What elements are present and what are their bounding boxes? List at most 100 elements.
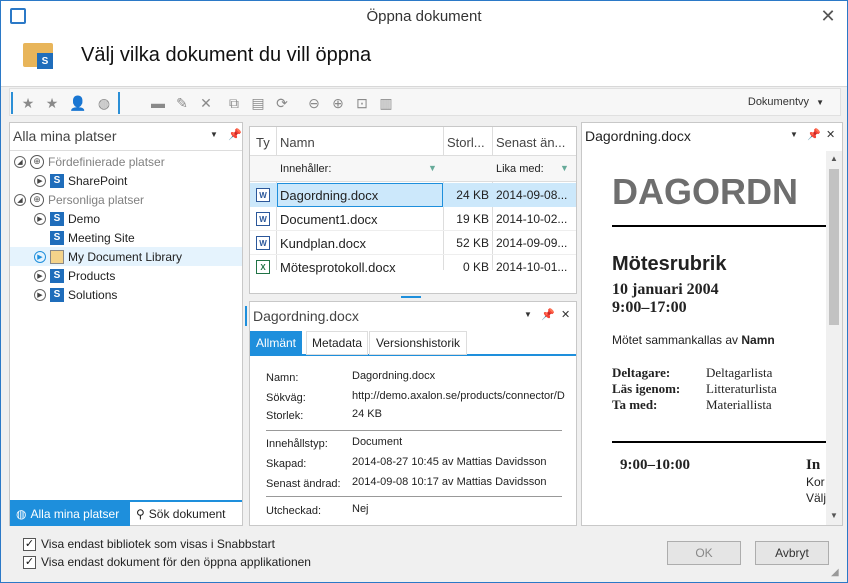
scrollbar[interactable]: ▲ ▼ — [826, 151, 842, 525]
resize-grip-icon[interactable]: ◢ — [831, 567, 839, 578]
columns-icon[interactable]: ▥ — [376, 93, 396, 113]
dropdown-icon[interactable]: ▼ — [524, 310, 532, 319]
locations-panel-title: Alla mina platser — [13, 128, 117, 144]
tab-metadata[interactable]: Metadata — [306, 331, 368, 355]
prop-value: http://demo.axalon.se/products/connector… — [352, 390, 565, 402]
tree-item-meeting-site[interactable]: S Meeting Site — [50, 228, 280, 247]
slot-line-1: Kor — [806, 475, 825, 489]
file-name: Document1.docx — [280, 212, 378, 227]
title-bar: Öppna dokument ✕ — [1, 1, 847, 31]
pin-icon[interactable]: 📌 — [541, 308, 555, 321]
prop-label: Utcheckad: — [266, 505, 322, 517]
zoom-fit-icon[interactable]: ⊡ — [352, 93, 372, 113]
paste-icon[interactable]: ▤ — [248, 93, 268, 113]
expand-icon[interactable]: ▶ — [34, 212, 46, 225]
filter-icon[interactable]: ▼ — [428, 163, 437, 173]
checkbox-open-app[interactable]: ✓ — [23, 556, 36, 569]
filter-icon[interactable]: ▼ — [560, 163, 569, 173]
attendees-value: Deltagarlista — [706, 365, 773, 380]
column-type[interactable]: Ty — [256, 135, 270, 150]
date-filter[interactable]: Lika med: — [496, 163, 544, 175]
meeting-intro: Mötet sammankallas av Namn — [612, 333, 775, 347]
tree-group-predefined[interactable]: ◢ ⊕ Fördefinierade platser — [14, 152, 244, 171]
file-name: Dagordning.docx — [280, 188, 379, 203]
scroll-down-icon[interactable]: ▼ — [830, 511, 838, 520]
tree-item-solutions[interactable]: ▶ S Solutions — [34, 285, 264, 304]
zoom-in-icon[interactable]: ⊕ — [328, 93, 348, 113]
pin-icon[interactable]: 📌 — [228, 128, 242, 141]
reading-value: Litteraturlista — [706, 381, 777, 396]
file-name: Kundplan.docx — [280, 236, 367, 251]
tab-search-documents[interactable]: ⚲ Sök dokument — [132, 502, 240, 526]
collapse-icon[interactable]: ◢ — [14, 193, 26, 206]
dropdown-icon[interactable]: ▼ — [790, 130, 798, 139]
tab-all-locations[interactable]: ◍ Alla mina platser — [10, 502, 130, 526]
tree-item-products[interactable]: ▶ S Products — [34, 266, 264, 285]
ok-button[interactable]: OK — [667, 541, 741, 565]
expand-icon[interactable]: ▶ — [34, 250, 46, 263]
splitter-handle[interactable] — [245, 306, 247, 326]
slot-time: 9:00–10:00 — [620, 457, 690, 473]
column-size[interactable]: Storl... — [447, 135, 487, 150]
details-title: Dagordning.docx — [253, 308, 359, 324]
prop-label: Namn: — [266, 372, 299, 384]
globe-icon: ⊕ — [30, 154, 44, 169]
tree-item-my-document-library[interactable]: ▶ My Document Library — [10, 247, 242, 266]
splitter-handle[interactable] — [401, 296, 421, 298]
checkbox-open-app-label: Visa endast dokument för den öppna appli… — [41, 555, 311, 569]
bring-value: Materiallista — [706, 397, 772, 412]
column-name[interactable]: Namn — [280, 135, 315, 150]
expand-icon[interactable]: ▶ — [34, 269, 46, 282]
cancel-button[interactable]: Avbryt — [755, 541, 829, 565]
close-icon[interactable]: ✕ — [826, 128, 835, 141]
sharepoint-icon: S — [50, 211, 64, 226]
view-dropdown[interactable]: Dokumentvy ▼ — [748, 96, 824, 108]
word-icon: W — [256, 212, 270, 226]
file-date: 2014-09-08... — [496, 188, 568, 202]
file-size: 0 KB — [462, 260, 489, 274]
prop-label: Skapad: — [266, 458, 307, 470]
tree-item-sharepoint[interactable]: ▶ S SharePoint — [34, 171, 264, 190]
document-preview: DAGORDN Mötesrubrik 10 januari 2004 9:00… — [582, 151, 826, 525]
scroll-thumb[interactable] — [829, 169, 839, 325]
word-icon: W — [256, 188, 270, 202]
zoom-out-icon[interactable]: ⊖ — [304, 93, 324, 113]
pin-icon[interactable]: 📌 — [807, 128, 821, 141]
remove-favorite-icon[interactable]: ★ — [42, 93, 62, 113]
file-size: 19 KB — [456, 212, 489, 226]
globe-icon: ◍ — [16, 507, 27, 521]
expand-icon[interactable]: ▶ — [34, 288, 46, 301]
delete-icon[interactable]: ✕ — [196, 93, 216, 113]
new-folder-icon[interactable]: ▬ — [148, 93, 168, 113]
sharepoint-icon: S — [50, 173, 64, 188]
scroll-up-icon[interactable]: ▲ — [830, 154, 838, 163]
refresh-icon[interactable]: ⟳ — [272, 93, 292, 113]
column-date[interactable]: Senast än... — [496, 135, 574, 150]
dropdown-icon[interactable]: ▼ — [210, 130, 218, 139]
header: S Välj vilka dokument du vill öppna — [1, 31, 847, 87]
tree-item-demo[interactable]: ▶ S Demo — [34, 209, 264, 228]
details-panel: Dagordning.docx ▼ 📌 ✕ Allmänt Metadata V… — [249, 301, 577, 526]
expand-icon[interactable]: ▶ — [34, 174, 46, 187]
window-title: Öppna dokument — [366, 8, 482, 25]
user-settings-icon[interactable]: 👤 — [68, 93, 88, 113]
globe-settings-icon[interactable]: ◍ — [94, 93, 114, 113]
meeting-time: 9:00–17:00 — [612, 299, 687, 316]
copy-icon[interactable]: ⧉ — [224, 93, 244, 113]
checkbox-quicklaunch[interactable]: ✓ — [23, 538, 36, 551]
file-name: Mötesprotokoll.docx — [280, 260, 396, 275]
collapse-icon[interactable]: ◢ — [14, 155, 26, 168]
close-icon[interactable]: ✕ — [561, 308, 570, 321]
add-favorite-icon[interactable]: ★ — [18, 93, 38, 113]
close-button[interactable]: ✕ — [813, 1, 843, 31]
bring-label: Ta med: — [612, 397, 658, 412]
locations-panel: Alla mina platser ▼ 📌 ◢ ⊕ Fördefinierade… — [9, 122, 243, 526]
tab-general[interactable]: Allmänt — [250, 331, 302, 355]
sharepoint-icon: S — [50, 230, 64, 245]
prop-label: Sökväg: — [266, 392, 306, 404]
name-filter[interactable]: Innehåller: — [280, 163, 331, 175]
search-icon: ⚲ — [136, 507, 145, 521]
tree-group-personal[interactable]: ◢ ⊕ Personliga platser — [14, 190, 244, 209]
edit-icon[interactable]: ✎ — [172, 93, 192, 113]
tab-version-history[interactable]: Versionshistorik — [369, 331, 467, 355]
